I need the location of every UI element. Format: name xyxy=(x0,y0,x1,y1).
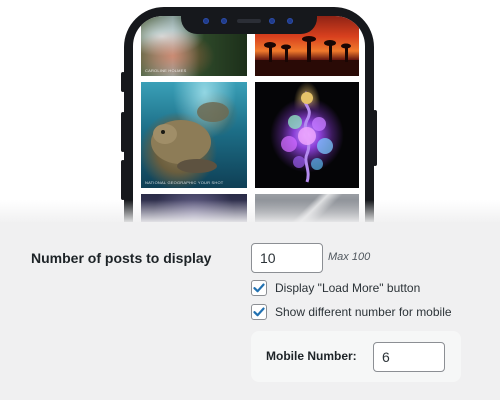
load-more-checkbox[interactable] xyxy=(251,280,267,296)
settings-panel: Number of posts to display Max 100 Displ… xyxy=(0,222,500,400)
load-more-option[interactable]: Display "Load More" button xyxy=(251,279,420,297)
sea-turtles xyxy=(151,102,229,173)
posts-count-label: Number of posts to display xyxy=(31,250,212,266)
phone-side-button xyxy=(121,72,125,92)
different-mobile-label: Show different number for mobile xyxy=(275,305,452,319)
feed-photo-flower[interactable] xyxy=(255,82,359,188)
camera-icon xyxy=(221,18,227,24)
posts-count-input[interactable] xyxy=(251,243,323,273)
speaker-grille xyxy=(237,19,261,23)
feed-photo-sea-turtle[interactable]: NATIONAL GEOGRAPHIC YOUR SHOT xyxy=(141,82,247,188)
photo-credit: NATIONAL GEOGRAPHIC YOUR SHOT xyxy=(145,180,224,185)
different-mobile-option[interactable]: Show different number for mobile xyxy=(251,303,452,321)
phone-side-button xyxy=(373,110,377,166)
mobile-number-box: Mobile Number: xyxy=(251,331,461,382)
phone-side-button xyxy=(121,112,125,152)
camera-icon xyxy=(287,18,293,24)
panel-fade xyxy=(0,200,500,224)
mobile-number-label: Mobile Number: xyxy=(266,349,357,363)
mobile-number-input[interactable] xyxy=(373,342,445,372)
glowing-flower xyxy=(281,91,333,183)
checkmark-icon xyxy=(253,283,265,293)
load-more-label: Display "Load More" button xyxy=(275,281,421,295)
checkmark-icon xyxy=(253,307,265,317)
photo-credit: CAROLINE HOLMES xyxy=(145,68,187,73)
phone-side-button xyxy=(121,160,125,200)
phone-notch xyxy=(181,8,317,34)
posts-max-hint: Max 100 xyxy=(328,251,371,263)
camera-icon xyxy=(269,18,275,24)
camera-icon xyxy=(203,18,209,24)
different-mobile-checkbox[interactable] xyxy=(251,304,267,320)
